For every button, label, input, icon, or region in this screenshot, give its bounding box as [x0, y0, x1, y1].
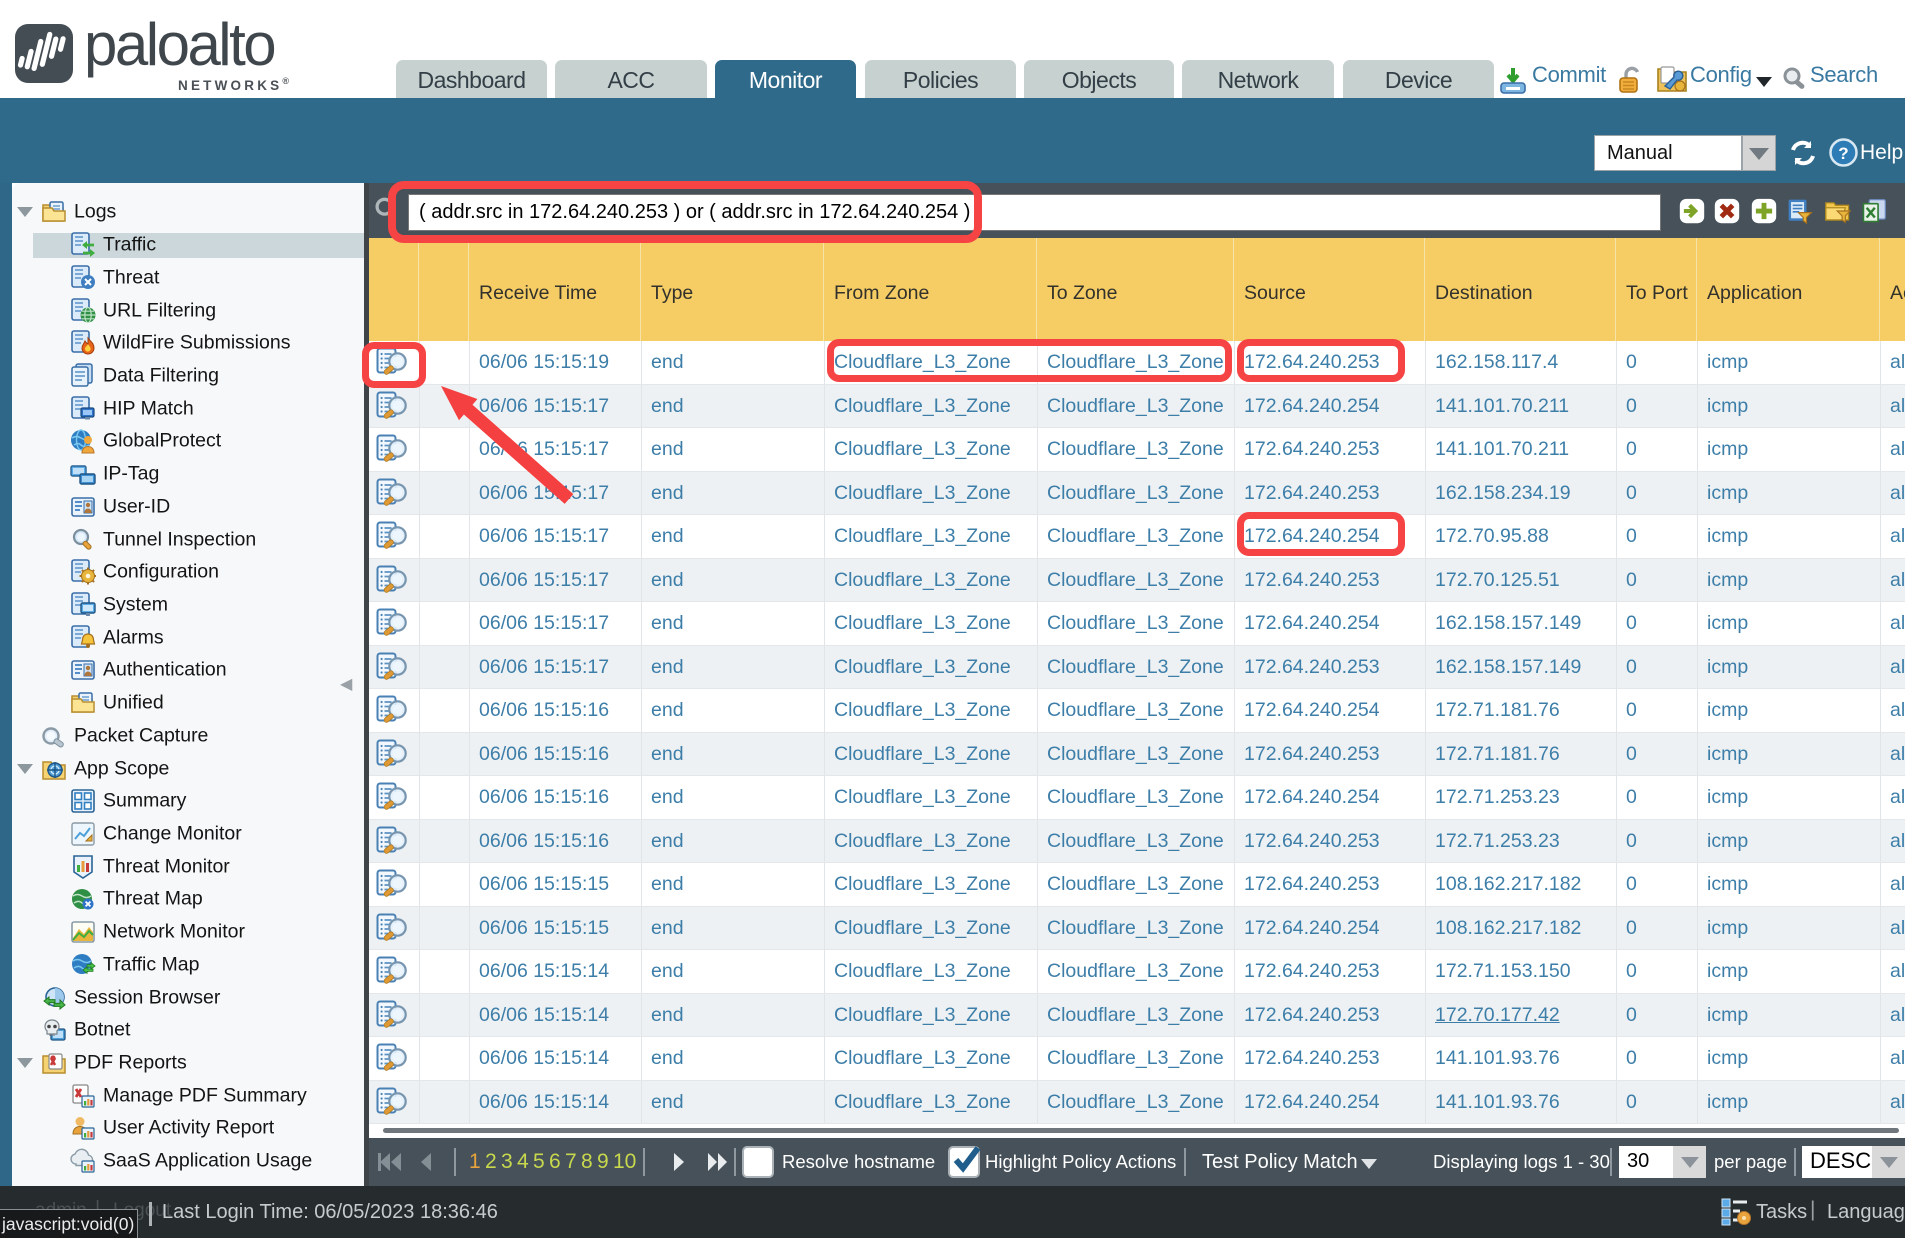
svg-text:?: ?	[1838, 144, 1848, 163]
